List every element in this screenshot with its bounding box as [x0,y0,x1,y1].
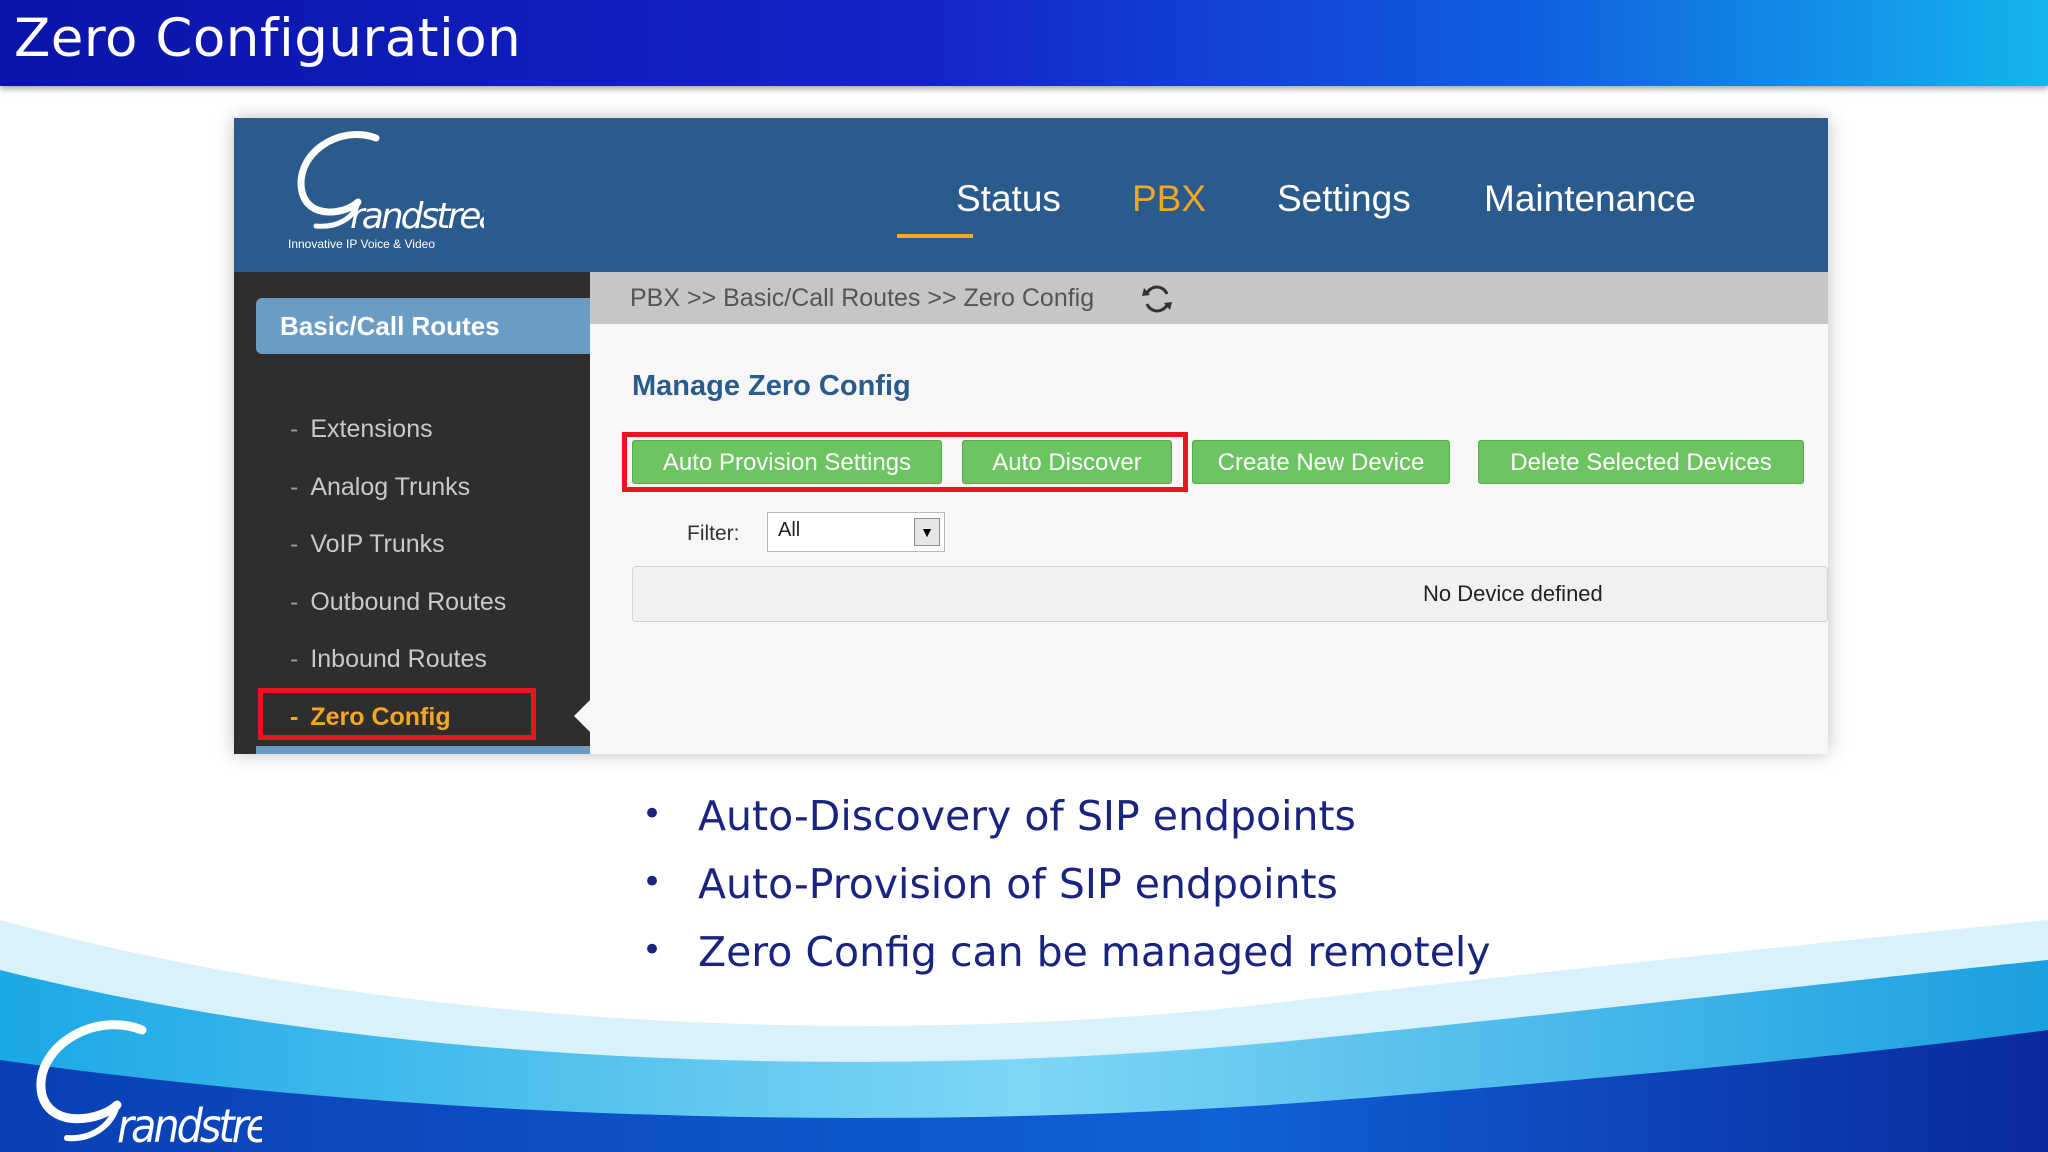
sidebar-dash: - [290,645,299,673]
create-new-device-button[interactable]: Create New Device [1192,440,1450,484]
slide-title-bar: Zero Configuration [0,0,2048,86]
bullet-dot-icon: • [642,794,663,834]
highlight-box-zero-config [258,688,536,740]
sidebar-item-analog-trunks[interactable]: - Analog Trunks [290,473,470,502]
empty-table-message: No Device defined [1423,581,1603,606]
bottom-wave-decoration [0,920,2048,1152]
nav-maintenance[interactable]: Maintenance [1484,178,1696,220]
svg-text:randstream: randstream [350,196,484,237]
bullet-text: Zero Config can be managed remotely [698,928,1491,976]
sidebar-dash: - [290,415,299,443]
sidebar-bottom-bar [256,746,590,754]
pbx-header: randstream Innovative IP Voice & Video S… [234,118,1828,272]
pbx-screenshot: randstream Innovative IP Voice & Video S… [234,118,1828,754]
filter-select[interactable]: All ▼ [767,512,945,552]
sidebar-active-pointer [574,700,590,732]
svg-text:randstream: randstream [117,1099,262,1152]
breadcrumb-text: PBX >> Basic/Call Routes >> Zero Config [630,284,1095,312]
grandstream-logo: randstream Innovative IP Voice & Video [288,131,484,251]
sidebar-item-label: Outbound Routes [310,588,507,616]
sidebar-item-extensions[interactable]: - Extensions [290,415,433,444]
sidebar-item-inbound-routes[interactable]: - Inbound Routes [290,645,487,674]
highlight-box-buttons [622,432,1188,492]
grandstream-logo-footer: randstream [36,1020,262,1152]
breadcrumb: PBX >> Basic/Call Routes >> Zero Config [590,272,1828,324]
filter-selected-value: All [778,519,801,541]
slide-title: Zero Configuration [14,8,522,69]
nav-status[interactable]: Status [956,178,1061,220]
chevron-down-icon[interactable]: ▼ [914,518,940,546]
sidebar-dash: - [290,473,299,501]
sidebar-item-label: Analog Trunks [310,473,471,501]
bullet-dot-icon: • [642,930,663,970]
nav-pbx[interactable]: PBX [1132,178,1206,220]
bullet-text: Auto-Discovery of SIP endpoints [698,792,1356,840]
page-title: Manage Zero Config [632,370,911,402]
refresh-icon[interactable] [1140,282,1174,316]
nav-active-underline [897,234,973,238]
sidebar-item-label: VoIP Trunks [310,530,445,558]
nav-settings[interactable]: Settings [1277,178,1411,220]
bullet-text: Auto-Provision of SIP endpoints [698,860,1338,908]
sidebar-item-voip-trunks[interactable]: - VoIP Trunks [290,530,445,559]
sidebar-item-outbound-routes[interactable]: - Outbound Routes [290,588,506,617]
sidebar-item-label: Inbound Routes [310,645,487,673]
sidebar-section-basic-call-routes[interactable]: Basic/Call Routes [256,298,590,354]
logo-tagline: Innovative IP Voice & Video [288,237,435,251]
device-table: No Device defined [632,566,1828,622]
sidebar-item-label: Extensions [310,415,433,443]
delete-selected-devices-button[interactable]: Delete Selected Devices [1478,440,1804,484]
sidebar-dash: - [290,588,299,616]
bullet-dot-icon: • [642,862,663,902]
sidebar-dash: - [290,530,299,558]
filter-label: Filter: [687,522,740,545]
